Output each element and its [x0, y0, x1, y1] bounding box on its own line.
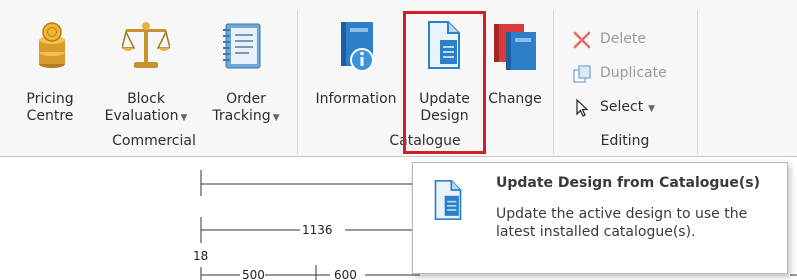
scales-icon [122, 22, 170, 68]
dimension-label-500: 500 [242, 268, 265, 280]
dimension-label-18: 18 [193, 249, 208, 263]
change-button[interactable]: Change [482, 14, 548, 132]
duplicate-label: Duplicate [600, 65, 667, 81]
order-tracking-label-1: Order [226, 91, 266, 107]
editing-group-caption: Editing [600, 133, 650, 149]
group-divider [553, 10, 554, 154]
dropdown-caret-icon: ▼ [180, 113, 188, 123]
delete-button[interactable]: Delete [572, 29, 682, 51]
ribbon: Pricing Centre Block Evaluation ▼ Order … [0, 0, 797, 157]
pricing-centre-label-1: Pricing [26, 91, 74, 107]
pricing-centre-label-2: Centre [26, 108, 74, 124]
tooltip-title: Update Design from Catalogue(s) [496, 175, 760, 191]
duplicate-button[interactable]: Duplicate [572, 63, 692, 85]
update-design-tooltip: Update Design from Catalogue(s) Update t… [412, 162, 788, 274]
group-divider [297, 10, 298, 154]
block-evaluation-button[interactable]: Block Evaluation ▼ [100, 14, 192, 132]
tooltip-description: Update the active design to use the late… [496, 206, 748, 240]
information-button[interactable]: Information [308, 14, 404, 132]
pricing-centre-button[interactable]: Pricing Centre [14, 14, 86, 132]
notebook-icon [223, 23, 261, 69]
update-design-icon [434, 180, 462, 220]
dimension-label-1136: 1136 [302, 223, 333, 237]
update-design-highlight [403, 11, 486, 154]
catalogue-info-icon [341, 22, 374, 72]
information-label: Information [315, 91, 397, 107]
commercial-group-caption: Commercial [112, 133, 196, 149]
delete-label: Delete [600, 31, 646, 47]
dimension-label-600: 600 [334, 268, 357, 280]
block-evaluation-label-2: Evaluation [104, 108, 179, 124]
group-divider [697, 10, 698, 154]
duplicate-icon [573, 65, 591, 83]
dropdown-caret-icon: ▼ [272, 113, 280, 123]
delete-x-icon [573, 31, 591, 49]
coins-icon [39, 22, 65, 68]
dropdown-caret-icon: ▼ [645, 104, 655, 114]
cursor-icon [576, 98, 589, 117]
order-tracking-label-2: Tracking [212, 108, 271, 124]
select-label: Select [600, 99, 644, 115]
select-button[interactable]: Select ▼ [572, 97, 682, 119]
change-label: Change [488, 91, 542, 107]
block-evaluation-label-1: Block [127, 91, 165, 107]
catalogue-change-icon [494, 24, 536, 70]
order-tracking-button[interactable]: Order Tracking ▼ [200, 14, 292, 132]
